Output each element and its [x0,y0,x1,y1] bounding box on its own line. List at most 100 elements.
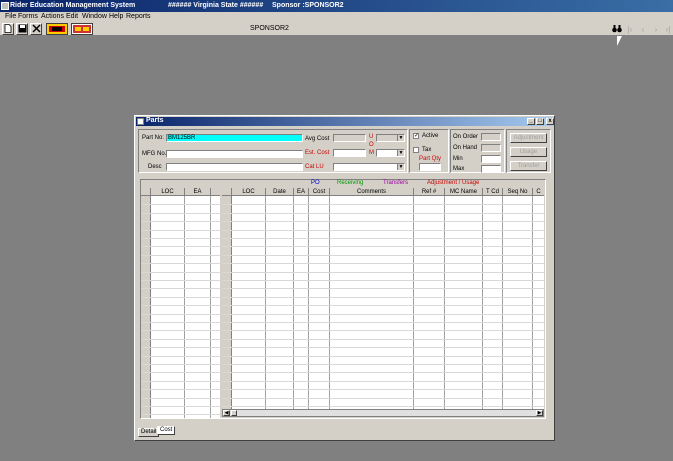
transactions-grid[interactable]: LOC Date EA Cost Comments Ref # MC Name … [222,188,544,409]
grid-row-line [141,238,220,239]
grid-row-line [141,372,220,374]
menu-bar: File Forms Actions Edit Window Help Repo… [0,12,673,22]
grid-row-line [141,380,220,382]
grid-header-pad [211,188,220,196]
min-field[interactable] [481,155,501,163]
mfg-no-field[interactable] [166,150,303,158]
mfg-no-label: MFG No. [142,151,167,157]
report2-icon[interactable] [71,23,93,35]
uom-label-m: M [369,150,374,156]
grid-column-divider [532,196,533,409]
toolbar-caption: SPONSOR2 [250,25,289,32]
category-po: PO [311,180,320,186]
cat-lu-dropdown[interactable]: ▼ [333,163,405,171]
grid-column-divider [502,196,503,409]
menu-help[interactable]: Help [109,13,123,20]
tax-checkbox[interactable] [413,147,419,153]
min-label: Min [453,156,463,162]
uom-dropdown-2[interactable]: ▼ [376,149,405,157]
prev-record-icon[interactable]: ‹ [638,24,648,35]
grid-row-line [222,305,544,307]
max-field[interactable] [481,165,501,173]
tab-cost[interactable]: Cost [157,426,176,435]
on-hand-label: On Hand [453,145,478,151]
uom-dropdown-1: ▼ [376,134,405,142]
menu-reports[interactable]: Reports [126,13,151,20]
grid-row-line [222,280,544,281]
app-system-icon[interactable] [1,2,9,10]
grid-row-line [222,322,544,323]
menu-file[interactable]: File [5,13,16,20]
grid-row-line [141,330,220,332]
horizontal-scrollbar[interactable]: ◀ ▶ [222,409,544,417]
maximize-button[interactable]: □ [536,118,544,125]
report-icon[interactable] [46,23,68,35]
first-record-icon[interactable]: |‹ [625,24,635,35]
window-close-button[interactable]: x [546,118,554,125]
grid-row-line [222,338,544,340]
grid-column-divider [329,196,330,409]
col-header-mc-name: MC Name [445,188,483,196]
part-qty-field[interactable] [419,163,441,171]
grid-row-line [141,212,220,214]
desc-label: Desc [148,164,162,170]
est-cost-label: Est. Cost [305,150,330,156]
col-header-ea: EA [185,188,211,196]
tax-label: Tax [422,147,432,153]
toolbar: SPONSOR2 |‹ ‹ › ›| [0,22,673,36]
grid-row-line [222,330,544,332]
uom-label-u: U [369,134,374,140]
desc-field[interactable] [166,163,303,171]
grid-row-line [222,212,544,214]
scroll-left-icon[interactable]: ◀ [223,410,230,416]
usage-button[interactable]: Usage [510,147,547,157]
app-title: Rider Education Management System [10,2,136,9]
binoculars-icon[interactable] [612,24,622,35]
grid-row-line [222,221,544,223]
on-order-field [481,133,501,141]
scroll-thumb[interactable] [231,410,237,416]
transfer-button[interactable]: Transfer [510,161,547,171]
grid-row-line [222,389,544,391]
location-grid[interactable]: LOC EA [141,188,220,418]
grid-row-line [141,313,220,315]
part-no-field[interactable]: BM125BR [166,134,303,142]
col-header-comments: Comments [330,188,414,196]
grid-row-line [222,347,544,349]
category-adjustment: Adjustment / Usage [427,180,480,186]
active-checkbox[interactable]: ✓ [413,133,419,139]
grid-column-divider [308,196,309,409]
grid-row-line [222,254,544,256]
parts-window-title-bar[interactable]: Parts _ □ x [136,117,554,126]
menu-forms[interactable]: Forms [18,13,38,20]
grid-row-line [141,406,220,407]
menu-actions[interactable]: Actions [41,13,64,20]
on-hand-field [481,144,501,152]
grid-row-line [141,355,220,357]
adjustment-button[interactable]: Adjustment [510,133,547,143]
chevron-down-icon: ▼ [397,164,404,170]
max-label: Max [453,166,465,172]
minimize-button[interactable]: _ [527,118,535,125]
col-header-loc: LOC [232,188,266,196]
col-header-t-cd: T Cd [483,188,503,196]
grid-row-line [141,397,220,399]
next-record-icon[interactable]: › [651,24,661,35]
grid-row-line [222,380,544,382]
grid-row-line [222,263,544,265]
scroll-right-icon[interactable]: ▶ [536,410,543,416]
category-receiving: Receiving [337,180,364,186]
menu-edit[interactable]: Edit [66,13,78,20]
part-no-label: Part No: [142,135,165,141]
last-record-icon[interactable]: ›| [663,24,673,35]
grid-row-line [141,322,220,323]
grid-row-line [141,414,220,416]
est-cost-field[interactable] [333,149,366,157]
save-icon[interactable] [16,23,28,35]
grid-row-line [222,238,544,239]
new-icon[interactable] [2,23,14,35]
grid-column-divider [293,196,294,409]
close-icon[interactable] [30,23,42,35]
menu-window[interactable]: Window [82,13,107,20]
grid-row-line [141,338,220,340]
